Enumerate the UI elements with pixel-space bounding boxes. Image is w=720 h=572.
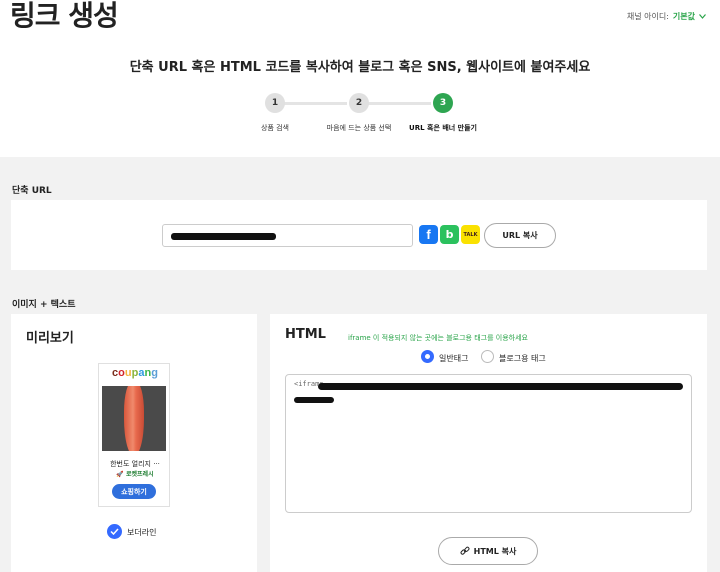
logo-letter: u — [124, 367, 132, 379]
delivery-badge-label: 로켓프레시 — [125, 471, 154, 478]
radio-normal-tag[interactable] — [421, 350, 434, 363]
page-subtitle: 단축 URL 혹은 HTML 코드를 복사하여 블로그 혹은 SNS, 웹사이트… — [129, 60, 591, 75]
progress-steps: 1 2 3 상품 검색 마음에 드는 상품 선택 URL 혹은 배너 만들기 — [245, 93, 495, 133]
radio-blog-tag-label[interactable]: 블로그용 태그 — [499, 353, 546, 364]
salmon-fillet-image — [124, 386, 144, 451]
step-2-label: 마음에 드는 상품 선택 — [326, 124, 392, 132]
kakaotalk-share-icon[interactable]: TALK — [461, 225, 480, 244]
coupang-logo: coupang — [99, 367, 171, 379]
iframe-note: iframe 이 적용되지 않는 곳에는 블로그용 태그를 이용하세요 — [348, 334, 528, 342]
band-share-icon[interactable]: b — [440, 225, 459, 244]
step-3-label: URL 혹은 배너 만들기 — [409, 124, 477, 132]
short-url-section-label: 단축 URL — [12, 186, 52, 196]
radio-normal-tag-label[interactable]: 일반태그 — [439, 353, 468, 364]
step-1-circle: 1 — [265, 93, 285, 113]
logo-letter: o — [118, 367, 125, 379]
channel-id-label: 채널 아이디: — [626, 12, 669, 21]
product-banner-preview: coupang 한번도 얼리지 ··· 🚀 로켓프레시 쇼핑하기 — [98, 363, 170, 507]
html-copy-label: HTML 복사 — [473, 546, 517, 556]
url-copy-label: URL 복사 — [502, 231, 538, 240]
page-title: 링크 생성 — [10, 0, 119, 32]
link-icon — [460, 546, 470, 555]
step-3-circle: 3 — [433, 93, 453, 113]
check-icon — [110, 528, 119, 535]
step-1-label: 상품 검색 — [261, 124, 289, 132]
radio-blog-tag[interactable] — [481, 350, 494, 363]
product-name: 한번도 얼리지 ··· — [110, 460, 160, 468]
redacted-code-line-1 — [318, 383, 683, 390]
short-url-input[interactable] — [162, 224, 413, 247]
border-line-label: 보더라인 — [127, 528, 157, 537]
step-connector — [359, 102, 431, 105]
step-2-circle: 2 — [349, 93, 369, 113]
redacted-url — [171, 233, 276, 240]
channel-id-selector[interactable]: 채널 아이디: 기본값 — [627, 11, 706, 22]
border-line-checkbox[interactable] — [107, 524, 122, 539]
preview-title: 미리보기 — [26, 331, 74, 346]
chevron-down-icon[interactable] — [699, 12, 706, 22]
html-title: HTML — [285, 327, 326, 342]
image-text-section-label: 이미지 + 텍스트 — [12, 300, 76, 310]
redacted-code-line-2 — [294, 397, 334, 403]
html-code-textarea[interactable]: <iframe — [285, 374, 692, 513]
rocket-icon: 🚀 — [116, 471, 124, 478]
url-copy-button[interactable]: URL 복사 — [484, 223, 556, 248]
product-image — [102, 386, 166, 451]
delivery-badge: 🚀 로켓프레시 — [99, 469, 171, 478]
logo-letter: g — [151, 367, 158, 379]
facebook-share-icon[interactable]: f — [419, 225, 438, 244]
html-copy-button[interactable]: HTML 복사 — [438, 537, 538, 565]
step-connector — [275, 102, 347, 105]
channel-id-value[interactable]: 기본값 — [673, 11, 695, 22]
shop-button[interactable]: 쇼핑하기 — [112, 484, 156, 499]
